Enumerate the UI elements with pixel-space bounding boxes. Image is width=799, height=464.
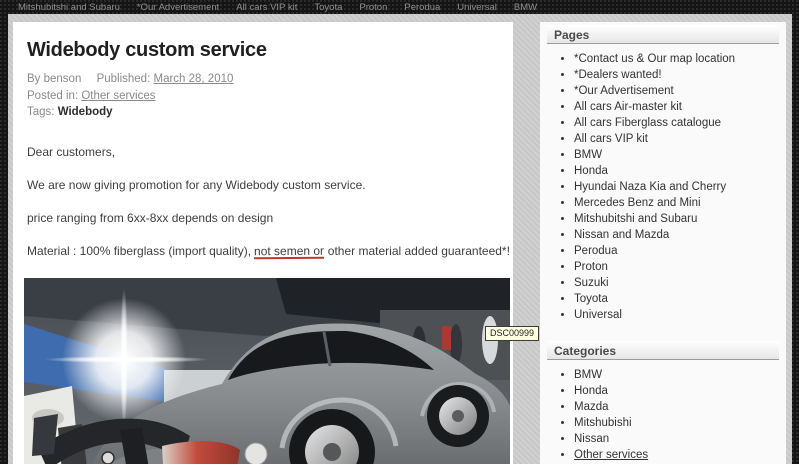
sidebar-page-link[interactable]: Hyundai Naza Kia and Cherry xyxy=(574,181,779,193)
byline-row: By benson Published: March 28, 2010 xyxy=(27,71,513,88)
sidebar-page-link[interactable]: Toyota xyxy=(574,293,779,305)
sidebar-page-link[interactable]: Mercedes Benz and Mini xyxy=(574,197,779,209)
car-photo-illustration xyxy=(24,277,510,464)
post-author: By benson xyxy=(27,73,82,85)
sidebar-page-link[interactable]: All cars VIP kit xyxy=(574,133,779,145)
nav-item[interactable]: BMW xyxy=(514,2,537,13)
categories-widget-header: Categories xyxy=(547,341,779,360)
nav-item[interactable]: Toyota xyxy=(314,2,342,13)
pages-widget-header: Pages xyxy=(547,25,779,44)
sidebar-page-link[interactable]: All cars Air-master kit xyxy=(574,101,779,113)
paragraph-material: Material : 100% fiberglass (import quali… xyxy=(27,243,513,259)
sidebar-category-link[interactable]: Honda xyxy=(574,385,779,397)
nav-item[interactable]: Universal xyxy=(457,2,497,13)
categories-list: BMW Honda Mazda Mitshubishi Nissan Other serv… xyxy=(547,369,779,461)
top-nav: Mitshubitshi and Subaru *Our Advertisemen… xyxy=(0,0,799,14)
paragraph-price: price ranging from 6xx-8xx depends on de… xyxy=(27,210,274,225)
post-column: Widebody custom service By benson Publis… xyxy=(13,22,513,464)
sidebar-category-link[interactable]: Mitshubishi xyxy=(574,417,779,429)
top-nav-items: Mitshubitshi and Subaru *Our Advertisemen… xyxy=(18,2,537,13)
posted-in-row: Posted in: Other services xyxy=(27,88,513,105)
tags-row: Tags: Widebody xyxy=(27,104,513,121)
photo-filename-tooltip: DSC00999 xyxy=(485,326,540,341)
sidebar-page-link[interactable]: *Our Advertisement xyxy=(574,85,779,97)
published-date-link[interactable]: March 28, 2010 xyxy=(153,73,233,85)
pages-list: *Contact us & Our map location *Dealers w… xyxy=(547,53,779,321)
red-underline-annotation: not semen or xyxy=(254,243,325,259)
material-before: Material : 100% fiberglass (import quali… xyxy=(27,243,255,258)
sidebar-page-link[interactable]: *Contact us & Our map location xyxy=(574,53,779,65)
nav-item[interactable]: Proton xyxy=(359,2,387,13)
sidebar-category-link[interactable]: Mazda xyxy=(574,401,779,413)
sidebar-page-link[interactable]: *Dealers wanted! xyxy=(574,69,779,81)
sidebar-page-link[interactable]: Nissan and Mazda xyxy=(574,229,779,241)
post-body: Dear customers, We are now giving promot… xyxy=(27,145,513,259)
sidebar-page-link[interactable]: Universal xyxy=(574,309,779,321)
paragraph-promo: We are now giving promotion for any Wide… xyxy=(27,177,366,192)
sidebar: Pages *Contact us & Our map location *Dea… xyxy=(540,22,786,464)
nav-item[interactable]: All cars VIP kit xyxy=(236,2,297,13)
nav-item[interactable]: *Our Advertisement xyxy=(137,2,219,13)
sidebar-page-link[interactable]: BMW xyxy=(574,149,779,161)
sidebar-category-link[interactable]: BMW xyxy=(574,369,779,381)
post-title: Widebody custom service xyxy=(27,39,267,61)
nav-item[interactable]: Perodua xyxy=(404,2,440,13)
posted-in-label: Posted in: xyxy=(27,89,79,102)
post-photo xyxy=(24,277,510,464)
material-after: other material added guaranteed*! xyxy=(324,243,510,258)
tag-value: Widebody xyxy=(57,106,113,118)
tags-label: Tags: xyxy=(27,106,55,118)
sidebar-page-link[interactable]: Proton xyxy=(574,261,779,273)
posted-in-link[interactable]: Other services xyxy=(81,90,155,102)
sidebar-page-link[interactable]: Suzuki xyxy=(574,277,779,289)
paragraph-greeting: Dear customers, xyxy=(27,144,116,159)
sidebar-page-link[interactable]: Perodua xyxy=(574,245,779,257)
published-label: Published: xyxy=(96,73,151,85)
sidebar-page-link[interactable]: Honda xyxy=(574,165,779,177)
sidebar-page-link[interactable]: Mitshubitshi and Subaru xyxy=(574,213,779,225)
post-meta: By benson Published: March 28, 2010 Post… xyxy=(27,71,513,121)
sidebar-page-link[interactable]: All cars Fiberglass catalogue xyxy=(574,117,779,129)
sidebar-category-link[interactable]: Other services xyxy=(574,449,779,461)
nav-item[interactable]: Mitshubitshi and Subaru xyxy=(18,2,120,13)
sidebar-category-link[interactable]: Nissan xyxy=(574,433,779,445)
